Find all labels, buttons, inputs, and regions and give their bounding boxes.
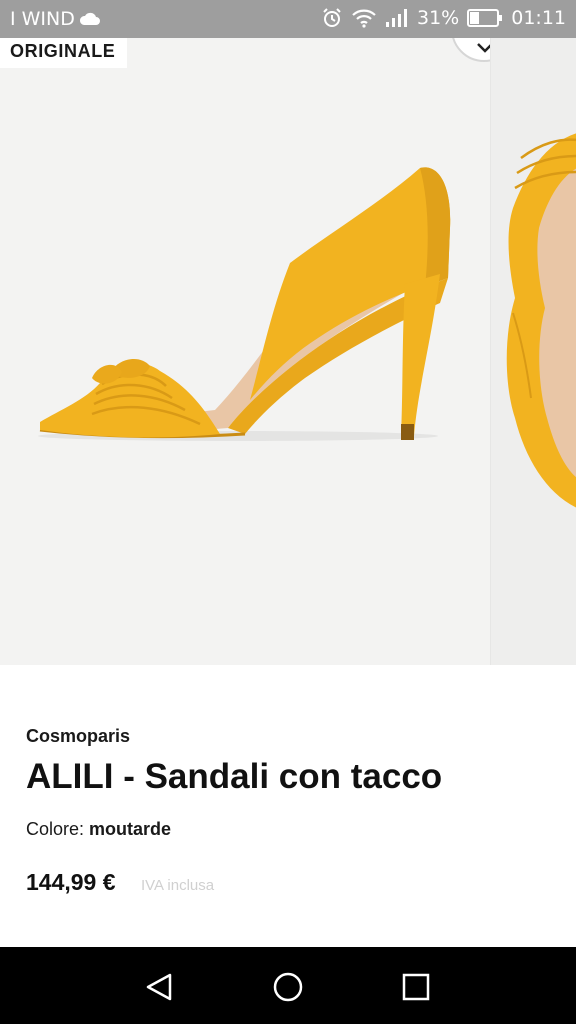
shoe-front-view [506,133,576,508]
battery-icon [467,9,503,27]
clock: 01:11 [511,7,566,29]
recents-icon [402,973,430,1001]
recents-button[interactable] [396,967,436,1007]
vat-note: IVA inclusa [141,877,215,894]
originale-badge: ORIGINALE [0,38,128,68]
status-right: 31% 01:11 [321,7,566,29]
wifi-icon [351,8,377,28]
shoe-illustration [38,167,451,441]
product-info: Cosmoparis ALILI - Sandali con tacco Col… [0,665,576,947]
signal-icon [385,8,409,28]
status-left: I WIND [10,8,101,30]
color-line: Colore: moutarde [26,819,171,840]
alarm-icon [321,7,343,29]
color-value: moutarde [89,819,172,839]
product-image-gallery[interactable]: ORIGINALE [0,38,576,665]
status-bar: I WIND 31% 01:11 [0,0,576,38]
back-button[interactable] [140,967,180,1007]
next-product-image[interactable] [490,38,576,665]
home-icon [273,972,303,1002]
product-image[interactable]: ORIGINALE [0,38,517,665]
battery-percent: 31% [417,7,460,29]
product-title: ALILI - Sandali con tacco [26,757,443,796]
brand-name[interactable]: Cosmoparis [26,726,130,747]
carrier-name: I WIND [10,8,75,30]
cloud-icon [79,12,101,26]
product-price: 144,99 € [26,869,116,895]
home-button[interactable] [268,967,308,1007]
navigation-bar [0,947,576,1024]
back-icon [146,973,172,1001]
color-label: Colore: [26,819,85,839]
